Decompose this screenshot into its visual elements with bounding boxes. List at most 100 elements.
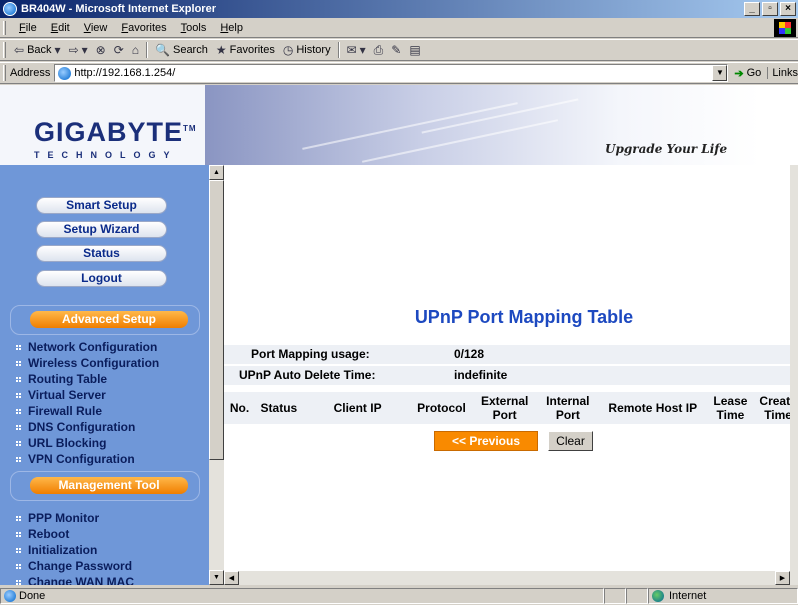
status-panel [604,588,626,604]
address-url[interactable]: http://192.168.1.254/ [74,67,712,79]
nav-reboot[interactable]: Reboot [14,526,69,542]
menu-view[interactable]: View [77,22,115,34]
nav-link-label: Routing Table [28,372,108,386]
nav-change-wan-mac[interactable]: Change WAN MAC [14,574,134,585]
nav-vpn-configuration[interactable]: VPN Configuration [14,451,135,467]
discuss-button[interactable]: ▤ [405,43,424,57]
ie-window: BR404W - Microsoft Internet Explorer _ ▫… [0,0,798,605]
scroll-left-icon[interactable]: ◀ [224,571,239,585]
page-icon [58,66,72,80]
banner-decoration [421,98,579,134]
logout-button[interactable]: Logout [36,270,167,287]
menu-edit[interactable]: Edit [44,22,77,34]
address-dropdown-icon[interactable]: ▼ [712,65,728,81]
status-panel [626,588,648,604]
nav-link-label: Change WAN MAC [28,575,134,585]
nav-change-password[interactable]: Change Password [14,558,133,574]
nav-link-label: PPP Monitor [28,511,100,525]
status-button[interactable]: Status [36,245,167,262]
maximize-button[interactable]: ▫ [762,2,778,16]
horizontal-scrollbar[interactable]: ◀ ▶ [224,571,790,585]
page-title: UPnP Port Mapping Table [414,307,634,327]
forward-button[interactable]: ⇨ ▾ [65,43,92,57]
bullet-icon [14,455,23,464]
nav-link-label: Change Password [28,559,133,573]
column-header: Lease Time [713,394,748,422]
nav-scrollbar[interactable]: ▲ ▼ [209,165,224,585]
print-button[interactable]: ⎙ [370,43,388,58]
back-button[interactable]: ⇦ Back ▾ [10,43,65,57]
status-text: Done [19,590,46,602]
nav-network-configuration[interactable]: Network Configuration [14,339,158,355]
home-icon: ⌂ [131,43,140,57]
nav-wireless-configuration[interactable]: Wireless Configuration [14,355,159,371]
refresh-button[interactable]: ⟳ [110,43,128,57]
nav-link-label: Initialization [28,543,98,557]
content-scrollbar[interactable] [790,165,798,585]
favorites-button[interactable]: ★ Favorites [212,43,279,57]
history-label: History [296,44,331,56]
go-button[interactable]: ➔ Go [728,67,767,80]
search-label: Search [172,44,208,56]
search-button[interactable]: 🔍 Search [151,43,212,57]
clear-button[interactable]: Clear [548,431,593,451]
toolbar-separator [337,42,340,58]
window-title: BR404W - Microsoft Internet Explorer [21,3,216,15]
menu-tools[interactable]: Tools [174,22,214,34]
nav-link-label: VPN Configuration [28,452,135,466]
bullet-icon [14,375,23,384]
menu-favorites[interactable]: Favorites [114,22,173,34]
scroll-down-icon[interactable]: ▼ [209,570,224,585]
usage-label: Port Mapping usage: [251,347,370,361]
nav-ppp-monitor[interactable]: PPP Monitor [14,510,100,526]
nav-scroll-thumb[interactable] [209,180,224,460]
previous-button[interactable]: << Previous [434,431,538,451]
nav-virtual-server[interactable]: Virtual Server [14,387,106,403]
go-label: Go [746,67,762,79]
nav-initialization[interactable]: Initialization [14,542,98,558]
usage-value: 0/128 [454,347,485,361]
nav-link-label: Network Configuration [28,340,158,354]
history-button[interactable]: ◷ History [279,43,335,57]
auto-delete-label: UPnP Auto Delete Time: [239,368,376,382]
edit-button[interactable]: ✎ [387,43,405,57]
smart-setup-button[interactable]: Smart Setup [36,197,167,214]
stop-button[interactable]: ⊗ [92,43,110,57]
bullet-icon [14,530,23,539]
favorites-icon: ★ [215,43,227,57]
bullet-icon [14,546,23,555]
home-button[interactable]: ⌂ [128,43,143,57]
page-done-icon [4,590,16,602]
nav-url-blocking[interactable]: URL Blocking [14,435,106,451]
close-button[interactable]: × [780,2,796,16]
bullet-icon [14,578,23,585]
nav-dns-configuration[interactable]: DNS Configuration [14,419,135,435]
column-header: Remote Host IP [608,401,698,415]
nav-routing-table[interactable]: Routing Table [14,371,108,387]
minimize-button[interactable]: _ [744,2,760,16]
ie-icon [3,2,17,16]
menu-file[interactable]: File [12,22,44,34]
scroll-up-icon[interactable]: ▲ [209,165,224,180]
links-button[interactable]: Links [767,67,798,79]
scroll-right-icon[interactable]: ▶ [775,571,790,585]
table-header-row: No. Status Client IP Protocol External P… [224,392,790,424]
management-tool-header: Management Tool [30,477,188,494]
address-field[interactable]: http://192.168.1.254/ ▼ [54,64,729,82]
menubar-grip [3,20,6,35]
forward-dropdown-icon: ▾ [81,43,88,57]
discuss-icon: ▤ [409,43,421,57]
column-header: Create Time [759,394,790,422]
nav-firewall-rule[interactable]: Firewall Rule [14,403,102,419]
banner-decoration [361,119,559,163]
pagination-controls: << Previous Clear [434,431,593,451]
mail-button[interactable]: ✉ ▾ [343,43,370,57]
mail-dropdown-icon: ▾ [359,43,366,57]
port-mapping-usage-row: Port Mapping usage: 0/128 [224,345,790,364]
column-header: Protocol [417,401,466,415]
internet-zone-icon [652,590,664,602]
search-icon: 🔍 [155,43,170,57]
banner-decoration [302,102,518,150]
setup-wizard-button[interactable]: Setup Wizard [36,221,167,238]
menu-help[interactable]: Help [213,22,250,34]
